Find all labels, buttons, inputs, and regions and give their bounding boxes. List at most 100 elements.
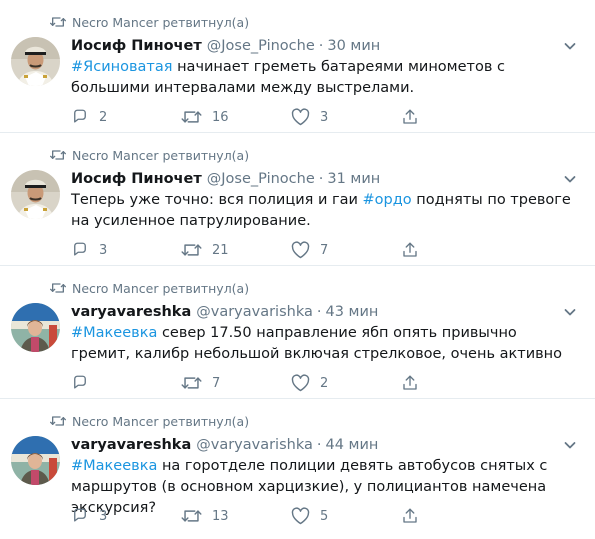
retweet-context-icon [50, 149, 70, 161]
separator-dot: · [318, 171, 324, 187]
author-handle[interactable]: @varyavarishka [196, 302, 313, 322]
avatar-image [11, 170, 60, 219]
avatar-image [11, 303, 60, 352]
retweet-icon [181, 507, 202, 525]
hashtag-link[interactable]: #ордо [363, 192, 412, 208]
retweet-context-icon [50, 415, 70, 427]
like-count: 5 [320, 508, 329, 524]
avatar[interactable] [11, 37, 60, 86]
heart-icon [291, 374, 310, 392]
retweet-context: Necro Mancer ретвитнул(а) [50, 412, 249, 430]
reply-icon [71, 108, 89, 126]
retweet-button[interactable]: 13 [181, 507, 291, 525]
retweet-icon [181, 108, 202, 126]
avatar-image [11, 436, 60, 485]
like-count: 3 [320, 109, 329, 125]
reply-button[interactable]: 3 [71, 507, 181, 525]
tweet-text: Теперь уже точно: вся полиция и гаи #орд… [71, 190, 571, 232]
retweet-context-icon [50, 282, 70, 294]
tweet-header: Иосиф Пиночет @Jose_Pinoche · 31 мин [71, 169, 577, 189]
avatar[interactable] [11, 436, 60, 485]
share-button[interactable] [401, 507, 511, 525]
retweet-count: 16 [212, 109, 229, 125]
tweet-header: Иосиф Пиночет @Jose_Pinoche · 30 мин [71, 36, 577, 56]
author-name[interactable]: Иосиф Пиночет [71, 36, 202, 56]
share-button[interactable] [401, 374, 511, 392]
reply-icon [71, 507, 89, 525]
separator-dot: · [316, 437, 322, 453]
avatar-image [11, 37, 60, 86]
chevron-down-icon[interactable] [563, 171, 577, 190]
chevron-down-icon[interactable] [563, 38, 577, 57]
heart-icon [291, 507, 310, 525]
tweet-actions: 2 16 3 [71, 108, 511, 126]
author-handle[interactable]: @varyavarishka [196, 435, 313, 455]
like-button[interactable]: 3 [291, 108, 401, 126]
retweet-button[interactable]: 7 [181, 374, 291, 392]
tweet[interactable]: Necro Mancer ретвитнул(а) varyavareshka … [0, 399, 595, 532]
retweet-icon [181, 241, 202, 259]
tweet[interactable]: Necro Mancer ретвитнул(а) varyavareshka … [0, 266, 595, 399]
share-button[interactable] [401, 241, 511, 259]
share-icon [401, 507, 419, 525]
reply-icon [71, 241, 89, 259]
avatar[interactable] [11, 303, 60, 352]
retweet-context: Necro Mancer ретвитнул(а) [50, 279, 249, 297]
tweet-time[interactable]: 31 мин [327, 169, 380, 189]
retweet-button[interactable]: 21 [181, 241, 291, 259]
share-button[interactable] [401, 108, 511, 126]
retweeted-by-text[interactable]: Necro Mancer ретвитнул(а) [72, 15, 249, 30]
retweeted-by-text[interactable]: Necro Mancer ретвитнул(а) [72, 148, 249, 163]
retweet-count: 7 [212, 375, 221, 391]
tweet-header: varyavareshka @varyavarishka · 44 мин [71, 435, 577, 455]
tweet-text-before: Теперь уже точно: вся полиция и гаи [71, 192, 363, 208]
retweeted-by-text[interactable]: Necro Mancer ретвитнул(а) [72, 414, 249, 429]
tweet-content: varyavareshka @varyavarishka · 44 мин #М… [71, 435, 577, 525]
hashtag-link[interactable]: #Ясиноватая [71, 59, 172, 75]
heart-icon [291, 241, 310, 259]
retweet-button[interactable]: 16 [181, 108, 291, 126]
heart-icon [291, 108, 310, 126]
author-name[interactable]: Иосиф Пиночет [71, 169, 202, 189]
chevron-down-icon[interactable] [563, 437, 577, 456]
tweet[interactable]: Necro Mancer ретвитнул(а) Иосиф Пиночет … [0, 133, 595, 266]
separator-dot: · [318, 38, 324, 54]
like-count: 2 [320, 375, 329, 391]
hashtag-link[interactable]: #Макеевка [71, 325, 157, 341]
like-count: 7 [320, 242, 329, 258]
reply-button[interactable] [71, 374, 181, 392]
reply-count: 3 [99, 508, 108, 524]
retweet-context: Necro Mancer ретвитнул(а) [50, 13, 249, 31]
like-button[interactable]: 7 [291, 241, 401, 259]
retweet-count: 13 [212, 508, 229, 524]
tweet-actions: 3 13 5 [71, 507, 511, 525]
chevron-down-icon[interactable] [563, 304, 577, 323]
tweet-text: #Макеевка север 17.50 направление ябп оп… [71, 323, 571, 365]
retweeted-by-text[interactable]: Necro Mancer ретвитнул(а) [72, 281, 249, 296]
tweet-time[interactable]: 30 мин [327, 36, 380, 56]
author-name[interactable]: varyavareshka [71, 435, 191, 455]
retweet-icon [181, 374, 202, 392]
tweet-time[interactable]: 43 мин [325, 302, 378, 322]
tweet-header: varyavareshka @varyavarishka · 43 мин [71, 302, 577, 322]
author-handle[interactable]: @Jose_Pinoche [207, 36, 315, 56]
avatar[interactable] [11, 170, 60, 219]
like-button[interactable]: 5 [291, 507, 401, 525]
like-button[interactable]: 2 [291, 374, 401, 392]
reply-count: 3 [99, 242, 108, 258]
author-name[interactable]: varyavareshka [71, 302, 191, 322]
tweet[interactable]: Necro Mancer ретвитнул(а) Иосиф Пиночет … [0, 0, 595, 133]
reply-button[interactable]: 3 [71, 241, 181, 259]
tweet-content: varyavareshka @varyavarishka · 43 мин #М… [71, 302, 577, 392]
tweet-time[interactable]: 44 мин [325, 435, 378, 455]
retweet-context: Necro Mancer ретвитнул(а) [50, 146, 249, 164]
hashtag-link[interactable]: #Макеевка [71, 458, 157, 474]
author-handle[interactable]: @Jose_Pinoche [207, 169, 315, 189]
tweet-content: Иосиф Пиночет @Jose_Pinoche · 31 мин Теп… [71, 169, 577, 259]
retweet-context-icon [50, 16, 70, 28]
reply-button[interactable]: 2 [71, 108, 181, 126]
tweet-actions: 3 21 7 [71, 241, 511, 259]
separator-dot: · [316, 304, 322, 320]
reply-icon [71, 374, 89, 392]
share-icon [401, 374, 419, 392]
